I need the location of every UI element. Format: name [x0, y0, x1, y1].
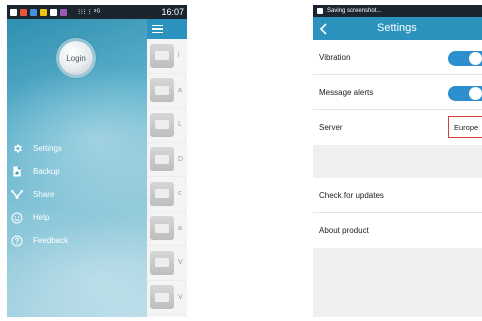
message-alerts-toggle[interactable]	[448, 86, 482, 101]
thumbnail-image	[150, 112, 174, 137]
setting-vibration: Vibration	[313, 40, 482, 75]
drawer-item-label: Feedback	[33, 236, 69, 245]
settings-group-secondary: Check for updates About product	[313, 178, 482, 248]
list-item-text: V	[178, 293, 183, 301]
setting-message-alerts: Message alerts	[313, 75, 482, 110]
app-notification-icon	[40, 8, 47, 16]
status-notification-text: Saving screenshot...	[327, 8, 382, 14]
list-item-text: D	[178, 155, 184, 163]
thumbnail-image	[150, 285, 174, 310]
list-header	[147, 19, 187, 39]
app-notification-icon	[30, 8, 37, 16]
navigation-drawer: Login Settings Backup Share Help Feedbac…	[7, 19, 147, 317]
thumbnail-image	[150, 216, 174, 241]
chevron-left-icon	[319, 22, 327, 35]
content-list-panel: i a L D c a V V	[147, 19, 187, 317]
thumbnail-image	[150, 78, 174, 103]
server-select[interactable]: Europe	[448, 116, 482, 138]
status-bar: Saving screenshot...	[313, 5, 482, 17]
list-item[interactable]: i	[147, 39, 187, 74]
signal-indicators: ⁝⁝⁝ ⁝ ³ᴳ	[78, 9, 101, 16]
drawer-item-feedback[interactable]: Feedback	[11, 229, 141, 252]
list-item-text: c	[178, 190, 182, 198]
right-phone-screen: Saving screenshot... Settings Vibration …	[313, 5, 482, 317]
drawer-item-share[interactable]: Share	[11, 183, 141, 206]
drawer-item-settings[interactable]: Settings	[11, 137, 141, 160]
app-bar: Settings	[313, 17, 482, 40]
status-time: 16:07	[161, 7, 184, 17]
list-item[interactable]: a	[147, 74, 187, 108]
vibration-toggle[interactable]	[448, 51, 482, 66]
drawer-item-label: Settings	[33, 144, 62, 153]
setting-label: Message alerts	[319, 87, 374, 97]
list-item-text: L	[178, 121, 182, 129]
list-item[interactable]: L	[147, 108, 187, 143]
thumbnail-image	[150, 147, 174, 172]
drawer-item-label: Backup	[33, 167, 60, 176]
share-icon	[11, 189, 23, 201]
list-item-text: i	[178, 52, 180, 60]
drawer-item-label: Help	[33, 213, 50, 222]
setting-about-product[interactable]: About product	[313, 213, 482, 248]
thumbnail-image	[150, 43, 174, 68]
smiley-help-icon	[11, 212, 23, 224]
drawer-item-help[interactable]: Help	[11, 206, 141, 229]
thumbnail-image	[150, 181, 174, 206]
list-item[interactable]: a	[147, 212, 187, 246]
settings-group-primary: Vibration Message alerts Server Europe	[313, 40, 482, 145]
list-item[interactable]: c	[147, 177, 187, 212]
login-avatar-button[interactable]: Login	[59, 41, 93, 75]
app-notification-icon	[60, 8, 67, 16]
left-phone-screen: ⁝⁝⁝ ⁝ ³ᴳ 16:07 Login Settings Backup Sha…	[7, 5, 187, 317]
setting-label: Check for updates	[319, 190, 384, 200]
setting-server[interactable]: Server Europe	[313, 110, 482, 145]
page-title: Settings	[377, 22, 417, 34]
gear-icon	[11, 143, 23, 155]
section-divider	[313, 145, 482, 178]
thumbnail-image	[150, 250, 174, 275]
notification-icon	[10, 8, 17, 16]
app-notification-icon	[50, 8, 57, 16]
list-item-text: a	[178, 224, 182, 232]
list-item[interactable]: V	[147, 281, 187, 315]
setting-label: Server	[319, 123, 343, 132]
question-icon	[11, 235, 23, 247]
drawer-item-label: Share	[33, 190, 55, 199]
list-item-text: V	[178, 259, 183, 267]
list-item-text: a	[178, 86, 182, 94]
drawer-item-backup[interactable]: Backup	[11, 160, 141, 183]
setting-check-updates[interactable]: Check for updates	[313, 178, 482, 213]
back-button[interactable]	[313, 17, 333, 40]
setting-label: Vibration	[319, 52, 351, 62]
status-bar: ⁝⁝⁝ ⁝ ³ᴳ 16:07	[7, 5, 187, 19]
setting-label: About product	[319, 226, 369, 235]
list-item[interactable]: V	[147, 246, 187, 281]
screenshot-notification-icon	[317, 8, 323, 14]
screenshot-canvas: ⁝⁝⁝ ⁝ ³ᴳ 16:07 Login Settings Backup Sha…	[0, 0, 482, 321]
drawer-menu: Settings Backup Share Help Feedback	[11, 137, 141, 252]
list-item[interactable]: D	[147, 143, 187, 177]
hamburger-menu-icon[interactable]	[152, 25, 163, 33]
backup-file-icon	[11, 166, 23, 178]
login-label: Login	[66, 53, 86, 63]
app-notification-icon	[20, 8, 27, 16]
